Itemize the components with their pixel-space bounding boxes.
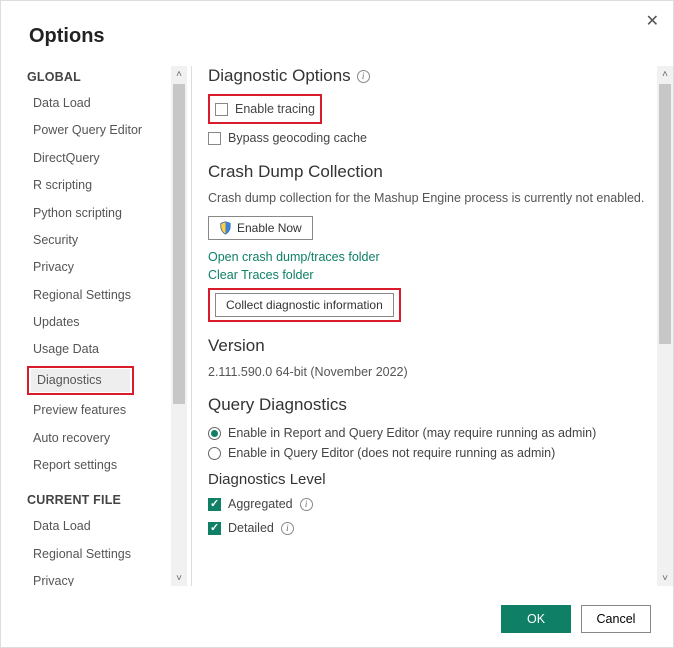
section-diagnostic-options: Diagnostic Options i xyxy=(208,66,649,86)
content-pane: Diagnostic Options i Enable tracing Bypa… xyxy=(208,66,657,586)
version-value: 2.111.590.0 64-bit (November 2022) xyxy=(208,364,649,382)
sidebar-item-power-query-editor[interactable]: Power Query Editor xyxy=(19,117,165,144)
sidebar-item-privacy[interactable]: Privacy xyxy=(19,254,165,281)
ok-button[interactable]: OK xyxy=(501,605,571,633)
qdiag-opt1-label: Enable in Report and Query Editor (may r… xyxy=(228,426,596,440)
sidebar-item-regional-settings[interactable]: Regional Settings xyxy=(19,282,165,309)
bypass-geocoding-label: Bypass geocoding cache xyxy=(228,131,367,145)
detailed-label: Detailed xyxy=(228,521,274,535)
enable-tracing-label: Enable tracing xyxy=(235,102,315,116)
sidebar-item-cf-regional-settings[interactable]: Regional Settings xyxy=(19,541,165,568)
collect-diagnostic-button[interactable]: Collect diagnostic information xyxy=(215,293,394,317)
enable-now-button[interactable]: Enable Now xyxy=(208,216,313,240)
info-icon[interactable]: i xyxy=(281,522,294,535)
chevron-down-icon[interactable]: ˅ xyxy=(657,570,673,586)
link-open-crash-folder[interactable]: Open crash dump/traces folder xyxy=(208,248,649,266)
sidebar-item-r-scripting[interactable]: R scripting xyxy=(19,172,165,199)
info-icon[interactable]: i xyxy=(357,70,370,83)
sidebar-item-diagnostics[interactable]: Diagnostics xyxy=(31,369,130,392)
sidebar-item-preview-features[interactable]: Preview features xyxy=(19,397,165,424)
checkbox-detailed[interactable]: Detailed i xyxy=(208,518,649,538)
crash-dump-description: Crash dump collection for the Mashup Eng… xyxy=(208,190,649,208)
shield-icon xyxy=(219,221,232,235)
sidebar-item-cf-data-load[interactable]: Data Load xyxy=(19,513,165,540)
radio-icon xyxy=(208,427,221,440)
chevron-up-icon[interactable]: ˄ xyxy=(171,66,187,82)
sidebar-header-global: GLOBAL xyxy=(19,66,165,90)
sidebar-item-report-settings[interactable]: Report settings xyxy=(19,452,165,479)
diagnostic-options-label: Diagnostic Options xyxy=(208,66,351,86)
info-icon[interactable]: i xyxy=(300,498,313,511)
sidebar-scrollbar[interactable]: ˄ ˅ xyxy=(171,66,187,586)
checkbox-aggregated[interactable]: Aggregated i xyxy=(208,494,649,514)
cancel-button[interactable]: Cancel xyxy=(581,605,651,633)
sidebar: GLOBAL Data Load Power Query Editor Dire… xyxy=(19,66,171,586)
section-diagnostics-level: Diagnostics Level xyxy=(208,471,649,488)
scrollbar-thumb[interactable] xyxy=(173,84,185,404)
scrollbar-thumb[interactable] xyxy=(659,84,671,344)
section-crash-dump: Crash Dump Collection xyxy=(208,162,649,182)
checkbox-bypass-geocoding[interactable]: Bypass geocoding cache xyxy=(208,128,649,148)
section-version: Version xyxy=(208,336,649,356)
sidebar-item-usage-data[interactable]: Usage Data xyxy=(19,336,165,363)
chevron-down-icon[interactable]: ˅ xyxy=(171,570,187,586)
section-query-diagnostics: Query Diagnostics xyxy=(208,395,649,415)
sidebar-item-data-load[interactable]: Data Load xyxy=(19,90,165,117)
checkbox-icon xyxy=(208,132,221,145)
radio-enable-report-query[interactable]: Enable in Report and Query Editor (may r… xyxy=(208,423,649,443)
sidebar-item-python-scripting[interactable]: Python scripting xyxy=(19,200,165,227)
sidebar-item-security[interactable]: Security xyxy=(19,227,165,254)
checkbox-icon xyxy=(215,103,228,116)
sidebar-item-directquery[interactable]: DirectQuery xyxy=(19,145,165,172)
checkbox-icon xyxy=(208,498,221,511)
close-icon[interactable]: ✕ xyxy=(646,11,659,31)
sidebar-item-auto-recovery[interactable]: Auto recovery xyxy=(19,425,165,452)
radio-enable-query-only[interactable]: Enable in Query Editor (does not require… xyxy=(208,443,649,463)
qdiag-opt2-label: Enable in Query Editor (does not require… xyxy=(228,446,555,460)
aggregated-label: Aggregated xyxy=(228,497,293,511)
content-scrollbar[interactable]: ˄ ˅ xyxy=(657,66,673,586)
radio-icon xyxy=(208,447,221,460)
sidebar-item-updates[interactable]: Updates xyxy=(19,309,165,336)
checkbox-enable-tracing[interactable]: Enable tracing xyxy=(215,99,315,119)
enable-now-label: Enable Now xyxy=(237,221,302,235)
sidebar-header-current-file: CURRENT FILE xyxy=(19,489,165,513)
sidebar-item-cf-privacy[interactable]: Privacy xyxy=(19,568,165,586)
checkbox-icon xyxy=(208,522,221,535)
chevron-up-icon[interactable]: ˄ xyxy=(657,66,673,82)
collect-diagnostic-label: Collect diagnostic information xyxy=(226,298,383,312)
dialog-title: Options xyxy=(1,1,673,66)
link-clear-traces[interactable]: Clear Traces folder xyxy=(208,266,649,284)
divider xyxy=(191,66,192,586)
